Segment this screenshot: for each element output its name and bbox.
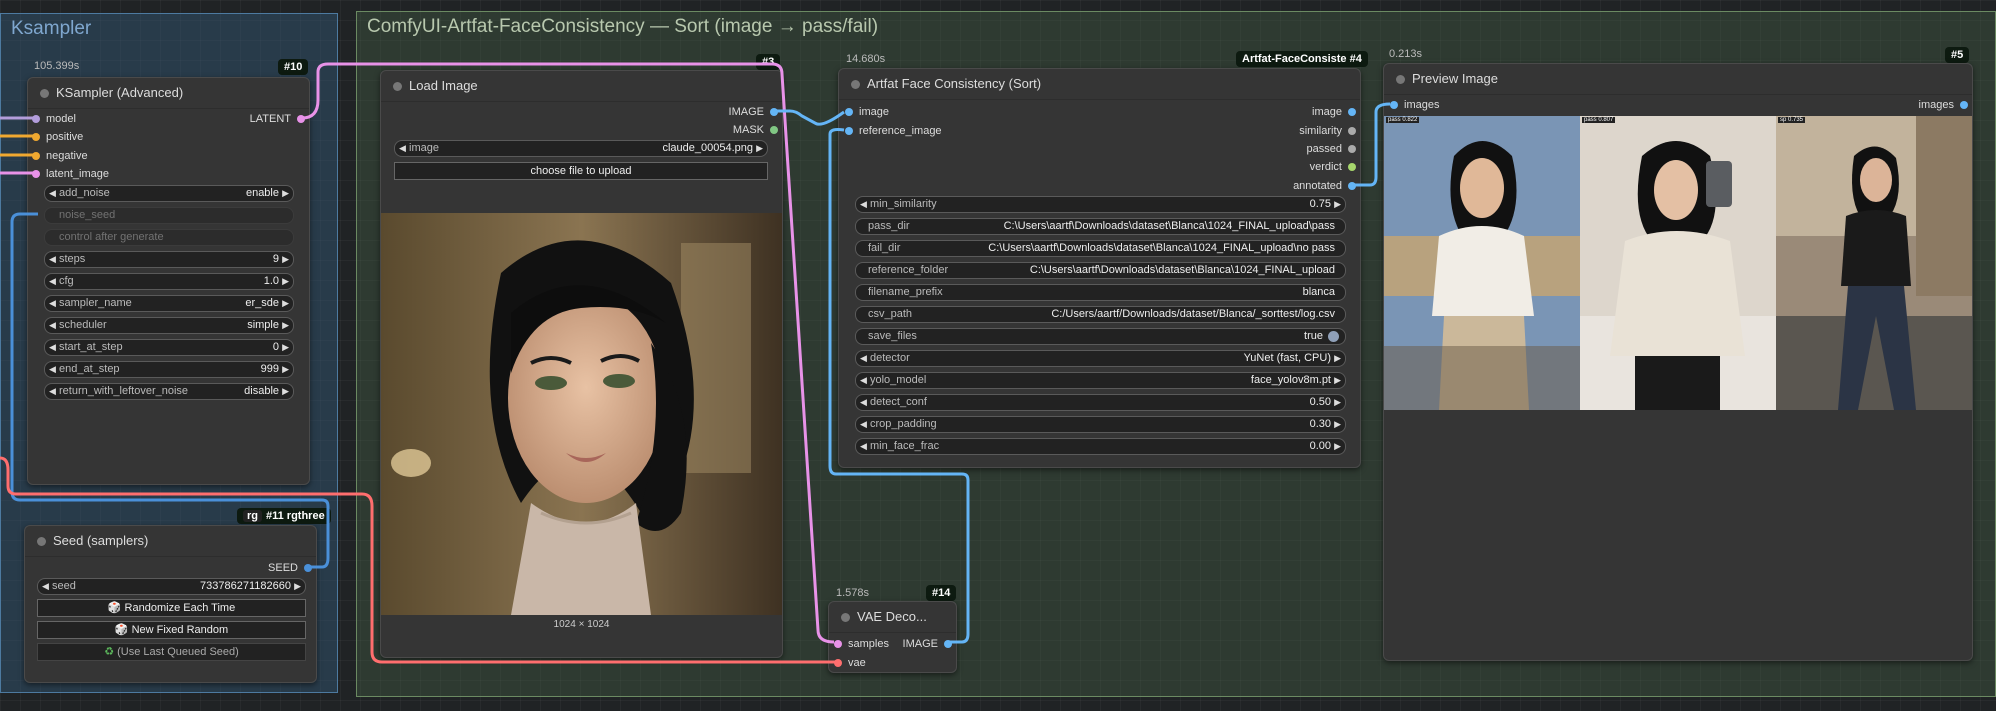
input-negative[interactable]: negative — [32, 149, 88, 163]
toggle-icon — [1328, 331, 1339, 342]
widget-sampler-name[interactable]: ◀ sampler_name er_sde ▶ — [44, 295, 294, 312]
preview-node-title: Preview Image — [1412, 71, 1498, 86]
ksampler-timing: 105.399s — [34, 60, 80, 72]
seed-samplers-node[interactable]: Seed (samplers) SEED ◀ seed 73378627118266… — [24, 525, 317, 683]
rgthree-icon: rg — [243, 510, 262, 522]
input-latent-image[interactable]: latent_image — [32, 167, 109, 181]
face-node-title: Artfat Face Consistency (Sort) — [867, 76, 1042, 91]
output-similarity[interactable]: similarity — [1299, 124, 1356, 138]
vae-node-timing: 1.578s — [836, 587, 870, 599]
widget-detector[interactable]: ◀ detector YuNet (fast, CPU) ▶ — [855, 350, 1346, 367]
loaded-image-preview — [381, 213, 782, 615]
load-image-id-badge: #3 — [756, 54, 781, 70]
widget-pass-dir[interactable]: pass_dir C:\Users\aartf\Downloads\dataset… — [855, 218, 1346, 235]
widget-noise-seed: noise_seed — [44, 207, 294, 224]
collapse-dot-icon[interactable] — [40, 89, 49, 98]
choose-file-upload-button[interactable]: choose file to upload — [394, 162, 768, 180]
load-image-node[interactable]: Load Image IMAGE MASK ◀ image claude_00054… — [380, 70, 783, 658]
input-reference-image[interactable]: reference_image — [845, 124, 942, 138]
group-face-consistency-title[interactable]: ComfyUI-Artfat-FaceConsistency — Sort (i… — [367, 16, 878, 38]
output-mask[interactable]: MASK — [733, 123, 778, 137]
ksampler-node-header[interactable]: KSampler (Advanced) — [28, 78, 309, 109]
collapse-dot-icon[interactable] — [851, 80, 860, 89]
output-annotated[interactable]: annotated — [1293, 179, 1356, 193]
thumb-label-3: sp 0.735 — [1778, 117, 1806, 123]
group-ksampler-title[interactable]: Ksampler — [11, 18, 91, 40]
widget-end-at-step[interactable]: ◀ end_at_step 999 ▶ — [44, 361, 294, 378]
input-images[interactable]: images — [1390, 98, 1439, 112]
vae-decode-node[interactable]: VAE Deco... samples vae IMAGE — [828, 601, 957, 673]
new-fixed-random-button[interactable]: 🎲 New Fixed Random — [37, 621, 306, 639]
preview-node-timing: 0.213s — [1389, 48, 1423, 60]
widget-cfg[interactable]: ◀ cfg 1.0 ▶ — [44, 273, 294, 290]
collapse-dot-icon[interactable] — [393, 82, 402, 91]
collapse-dot-icon[interactable] — [841, 613, 850, 622]
widget-crop-padding[interactable]: ◀ crop_padding 0.30 ▶ — [855, 416, 1346, 433]
widget-steps[interactable]: ◀ steps 9 ▶ — [44, 251, 294, 268]
output-passed[interactable]: passed — [1307, 142, 1356, 156]
widget-csv-path[interactable]: csv_path C:/Users/aartf/Downloads/dataset… — [855, 306, 1346, 323]
input-image[interactable]: image — [845, 105, 889, 119]
output-images[interactable]: images — [1919, 98, 1968, 112]
input-samples[interactable]: samples — [834, 637, 889, 651]
thumb-label-2: pass 0.807 — [1582, 117, 1616, 123]
widget-return-with-leftover-noise[interactable]: ◀ return_with_leftover_noise disable ▶ — [44, 383, 294, 400]
widget-seed[interactable]: ◀ seed 733786271182660 ▶ — [37, 578, 306, 595]
recycle-icon: ♻ — [104, 646, 118, 658]
load-image-node-title: Load Image — [409, 78, 478, 93]
seed-id-badge: rg #11 rgthree — [237, 508, 331, 524]
collapse-dot-icon[interactable] — [1396, 75, 1405, 84]
preview-image-node[interactable]: Preview Image images images pass 0.822 p… — [1383, 63, 1973, 661]
widget-fail-dir[interactable]: fail_dir C:\Users\aartf\Downloads\dataset… — [855, 240, 1346, 257]
vae-node-header[interactable]: VAE Deco... — [829, 602, 956, 633]
collapse-dot-icon[interactable] — [37, 537, 46, 546]
input-vae[interactable]: vae — [834, 656, 866, 670]
preview-thumbnail-1[interactable]: pass 0.822 — [1384, 116, 1580, 410]
output-image[interactable]: IMAGE — [903, 637, 952, 651]
widget-detect-conf[interactable]: ◀ detect_conf 0.50 ▶ — [855, 394, 1346, 411]
face-node-timing: 14.680s — [846, 53, 886, 65]
widget-yolo-model[interactable]: ◀ yolo_model face_yolov8m.pt ▶ — [855, 372, 1346, 389]
widget-min-similarity[interactable]: ◀ min_similarity 0.75 ▶ — [855, 196, 1346, 213]
preview-node-header[interactable]: Preview Image — [1384, 64, 1972, 95]
widget-reference-folder[interactable]: reference_folder C:\Users\aartf\Downloads… — [855, 262, 1346, 279]
face-node-header[interactable]: Artfat Face Consistency (Sort) — [839, 69, 1360, 100]
ksampler-id-badge: #10 — [278, 59, 309, 75]
randomize-each-time-button[interactable]: 🎲 Randomize Each Time — [37, 599, 306, 617]
load-image-node-header[interactable]: Load Image — [381, 71, 782, 102]
vae-node-badge: #14 — [926, 585, 957, 601]
face-node-badge: Artfat-FaceConsiste #4 — [1236, 51, 1368, 67]
preview-thumbnail-3[interactable]: sp 0.735 — [1776, 116, 1972, 410]
artfat-face-consistency-node[interactable]: Artfat Face Consistency (Sort) image ref… — [838, 68, 1361, 468]
ksampler-advanced-node[interactable]: KSampler (Advanced) model positive negat… — [27, 77, 310, 485]
widget-save-files[interactable]: save_files true — [855, 328, 1346, 345]
dice-icon: 🎲 — [114, 624, 132, 636]
vae-node-title: VAE Deco... — [857, 609, 927, 624]
use-last-queued-seed-button[interactable]: ♻ (Use Last Queued Seed) — [37, 643, 306, 661]
seed-node-header[interactable]: Seed (samplers) — [25, 526, 316, 557]
widget-filename-prefix[interactable]: filename_prefix blanca — [855, 284, 1346, 301]
output-verdict[interactable]: verdict — [1310, 160, 1356, 174]
output-latent[interactable]: LATENT — [250, 112, 305, 126]
widget-min-face-frac[interactable]: ◀ min_face_frac 0.00 ▶ — [855, 438, 1346, 455]
seed-node-title: Seed (samplers) — [53, 533, 149, 548]
widget-control-after-generate: control after generate — [44, 229, 294, 246]
input-positive[interactable]: positive — [32, 130, 83, 144]
output-seed[interactable]: SEED — [268, 561, 312, 575]
widget-start-at-step[interactable]: ◀ start_at_step 0 ▶ — [44, 339, 294, 356]
widget-image-select[interactable]: ◀ image claude_00054.png ▶ — [394, 140, 768, 157]
preview-thumbnail-2[interactable]: pass 0.807 — [1580, 116, 1776, 410]
thumb-label-1: pass 0.822 — [1386, 117, 1420, 123]
ksampler-node-title: KSampler (Advanced) — [56, 85, 184, 100]
output-image[interactable]: image — [1312, 105, 1356, 119]
widget-add-noise[interactable]: ◀ add_noise enable ▶ — [44, 185, 294, 202]
output-image[interactable]: IMAGE — [729, 105, 778, 119]
image-dimensions-label: 1024 × 1024 — [553, 619, 610, 630]
dice-icon: 🎲 — [107, 602, 125, 614]
input-model[interactable]: model — [32, 112, 76, 126]
widget-scheduler[interactable]: ◀ scheduler simple ▶ — [44, 317, 294, 334]
preview-node-badge: #5 — [1945, 47, 1970, 63]
